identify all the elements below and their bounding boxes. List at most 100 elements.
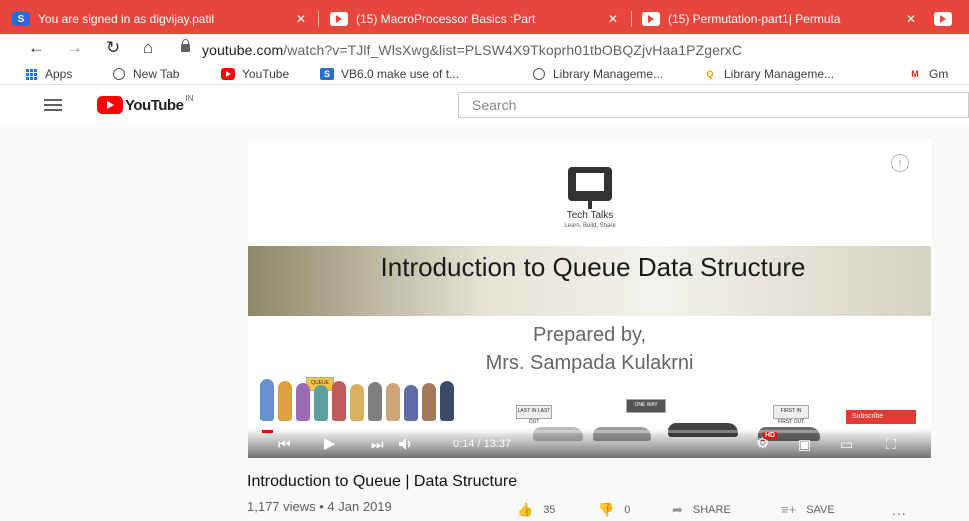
bookmark-library-2[interactable]: Q Library Manageme... <box>703 66 834 82</box>
subscribe-watermark[interactable]: Subscribe <box>846 410 916 424</box>
browser-tab-strip: S You are signed in as digvijay.patil ✕ … <box>0 0 969 34</box>
bookmark-library-1[interactable]: Library Manageme... <box>532 66 663 82</box>
bookmark-label: YouTube <box>242 67 290 81</box>
prepared-by-label: Prepared by, <box>532 324 647 346</box>
tab-partial[interactable] <box>934 6 969 32</box>
close-icon[interactable]: ✕ <box>900 12 922 26</box>
person-figure <box>278 381 292 421</box>
slide-title-banner: Introduction to Queue Data Structure <box>248 246 931 316</box>
tab-title: (15) MacroProcessor Basics :Part <box>356 12 536 26</box>
tech-talks-logo-icon <box>568 167 612 209</box>
person-figure <box>386 383 400 421</box>
tab-title: You are signed in as digvijay.patil <box>38 12 215 26</box>
globe-icon <box>532 68 546 80</box>
video-player[interactable]: i Tech Talks Learn, Build, Share Introdu… <box>248 140 931 458</box>
like-button[interactable]: 👍 35 <box>517 502 555 518</box>
one-way-sign: ONE WAY <box>626 399 666 413</box>
time-display: 0:14 / 13:37 <box>453 438 512 450</box>
search-input[interactable]: Search <box>458 92 969 118</box>
url-field[interactable]: youtube.com/watch?v=TJlf_WlsXwg&list=PLS… <box>202 42 742 58</box>
fullscreen-icon[interactable]: ⛶ <box>886 436 896 452</box>
url-path: /watch?v=TJlf_WlsXwg&list=PLSW4X9Tkoprh0… <box>283 42 743 58</box>
bookmark-youtube[interactable]: YouTube <box>221 66 289 82</box>
share-icon: ➦ <box>672 502 683 517</box>
save-label: SAVE <box>806 503 835 516</box>
youtube-favicon-icon <box>642 12 660 26</box>
tab-divider <box>631 11 632 27</box>
person-figure <box>314 385 328 421</box>
save-button[interactable]: ≡+ SAVE <box>781 502 835 517</box>
play-icon[interactable]: ▶ <box>324 436 336 452</box>
brand-name: Tech Talks <box>566 210 614 221</box>
hd-badge: HD <box>763 432 778 439</box>
bookmark-label: Apps <box>45 67 73 81</box>
lifo-sign: LAST IN LAST OUT <box>516 405 552 425</box>
lock-icon[interactable] <box>181 39 190 52</box>
dislike-button[interactable]: 👎 0 <box>598 502 630 518</box>
video-title: Introduction to Queue | Data Structure <box>247 473 518 490</box>
person-figure <box>422 383 436 421</box>
bookmark-label: New Tab <box>133 67 180 81</box>
person-figure <box>332 381 346 421</box>
tab-title: (15) Permutation-part1| Permuta <box>668 12 841 26</box>
tab-signed-in[interactable]: S You are signed in as digvijay.patil ✕ <box>12 6 312 32</box>
tab-divider <box>318 11 319 27</box>
close-icon[interactable]: ✕ <box>290 12 312 26</box>
reload-icon[interactable]: ↻ <box>106 38 120 58</box>
theater-mode-icon[interactable]: ▭ <box>840 436 853 452</box>
address-bar-row: ← → ↻ ⌂ youtube.com/watch?v=TJlf_WlsXwg&… <box>0 34 969 64</box>
share-button[interactable]: ➦ SHARE <box>672 502 731 518</box>
author-name: Mrs. Sampada Kulakrni <box>485 352 694 374</box>
home-icon[interactable]: ⌂ <box>143 38 153 58</box>
video-views-date: 1,177 views • 4 Jan 2019 <box>247 499 392 514</box>
person-figure <box>260 379 274 421</box>
bookmark-gmail[interactable]: M Gm <box>908 66 948 82</box>
tab-permutation[interactable]: (15) Permutation-part1| Permuta ✕ <box>642 6 922 32</box>
dislike-count: 0 <box>624 504 631 516</box>
q-icon: Q <box>706 69 714 79</box>
player-controls: ⏮ ▶ ⏭ 0:14 / 13:37 ⚙ HD ▣ ▭ ⛶ <box>248 428 931 458</box>
save-playlist-icon: ≡+ <box>781 502 797 517</box>
person-figure <box>404 385 418 421</box>
tab-macroprocessor[interactable]: (15) MacroProcessor Basics :Part ✕ <box>330 6 624 32</box>
close-icon[interactable]: ✕ <box>602 12 624 26</box>
person-figure <box>296 383 310 421</box>
bookmark-label: Library Manageme... <box>553 67 664 81</box>
thumbs-up-icon: 👍 <box>517 502 534 517</box>
fifo-sign: FIRST IN FIRST OUT <box>773 405 809 425</box>
volume-icon[interactable] <box>398 437 414 451</box>
bookmark-apps[interactable]: Apps <box>24 66 72 82</box>
miniplayer-icon[interactable]: ▣ <box>798 436 811 452</box>
bookmark-new-tab[interactable]: New Tab <box>112 66 179 82</box>
brand-tagline: Learn, Build, Share <box>564 223 616 229</box>
bookmark-label: Library Manageme... <box>724 67 835 81</box>
back-icon[interactable]: ← <box>28 38 45 58</box>
url-host: youtube.com <box>202 42 284 58</box>
queue-illustration: QUEUE LAST IN LAST OUT ONE WAY FIRST IN … <box>248 375 931 441</box>
youtube-favicon-icon <box>934 12 952 26</box>
previous-icon[interactable]: ⏮ <box>278 436 291 452</box>
apps-grid-icon <box>24 68 38 80</box>
like-count: 35 <box>543 504 556 516</box>
info-icon[interactable]: i <box>891 154 909 172</box>
youtube-masthead: YouTube IN Search <box>0 85 969 125</box>
youtube-logo[interactable]: YouTube IN <box>97 93 194 114</box>
thumbs-down-icon: 👎 <box>598 502 615 517</box>
menu-icon[interactable] <box>44 99 62 114</box>
next-icon[interactable]: ⏭ <box>371 436 384 452</box>
bookmarks-bar: Apps New Tab YouTube S VB6.0 make use of… <box>0 64 969 85</box>
progress-bar[interactable] <box>262 430 917 433</box>
more-actions-button[interactable]: ... <box>892 502 907 518</box>
bookmark-vb6[interactable]: S VB6.0 make use of t... <box>320 66 459 82</box>
bookmark-label: VB6.0 make use of t... <box>341 67 460 81</box>
forward-icon[interactable]: → <box>66 38 83 58</box>
slide-title: Introduction to Queue Data Structure <box>380 252 806 282</box>
share-label: SHARE <box>692 504 731 516</box>
youtube-favicon-icon <box>330 12 348 26</box>
gmail-icon: M <box>911 69 919 79</box>
bookmark-label: Gm <box>929 67 949 81</box>
youtube-play-icon <box>97 96 123 114</box>
person-figure <box>440 381 454 421</box>
country-code: IN <box>185 93 194 103</box>
youtube-wordmark: YouTube <box>125 96 184 114</box>
